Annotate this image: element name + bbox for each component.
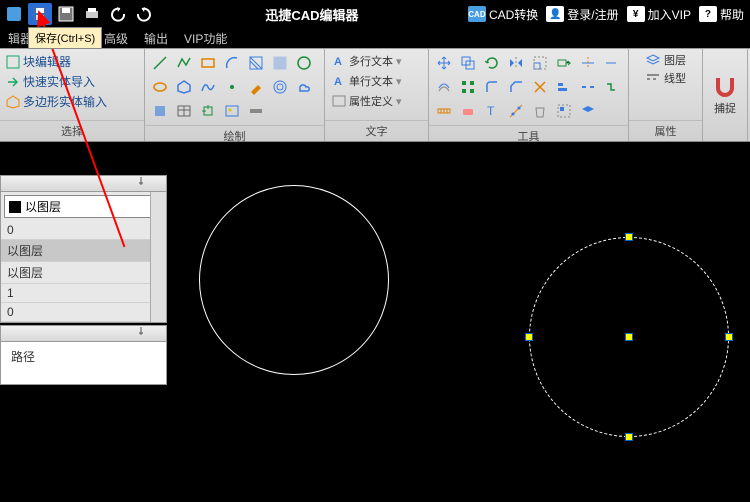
group-icon[interactable] [553,100,575,122]
scale-icon[interactable] [529,52,551,74]
hatch-icon[interactable] [245,52,267,74]
path-label: 路径 [1,342,166,371]
align-icon[interactable] [553,76,575,98]
print-icon[interactable] [80,3,104,25]
explode-icon[interactable] [529,76,551,98]
mirror-icon[interactable] [505,52,527,74]
text-group-label: 文字 [325,120,428,141]
edit-text-icon[interactable]: T [481,100,503,122]
chamfer-icon[interactable] [505,76,527,98]
copy-icon[interactable] [457,52,479,74]
quick-import-button[interactable]: 快速实体导入 [4,72,109,91]
extend-icon[interactable] [601,52,623,74]
polyline-icon[interactable] [173,52,195,74]
grip-right[interactable] [725,333,733,341]
props-group-label: 属性 [629,120,702,141]
offset-icon[interactable] [433,76,455,98]
multiline-text-button[interactable]: A多行文本▾ [331,52,403,70]
ellipse-icon[interactable] [149,76,171,98]
circle-icon[interactable] [293,52,315,74]
undo-icon[interactable] [106,3,130,25]
more-draw-icon[interactable] [245,100,267,122]
cloud-icon[interactable] [293,76,315,98]
trim-icon[interactable] [577,52,599,74]
erase-icon[interactable] [457,100,479,122]
pin-icon[interactable] [136,326,146,336]
grip-bottom[interactable] [625,433,633,441]
spline-icon[interactable] [197,76,219,98]
join-icon[interactable] [601,76,623,98]
redo-icon[interactable] [132,3,156,25]
save-tooltip: 保存(Ctrl+S) [28,27,102,49]
svg-text:A: A [334,56,342,68]
insert-icon[interactable] [197,100,219,122]
linetype-button[interactable]: 线型 [645,70,686,86]
layer-combo[interactable]: 以图层 ⌄ [4,195,163,218]
singleline-text-button[interactable]: A单行文本▾ [331,72,403,90]
select-group-label: 选择 [0,120,144,141]
rect-icon[interactable] [197,52,219,74]
login-button[interactable]: 👤登录/注册 [546,6,618,23]
prop-row[interactable]: 以图层 [1,262,166,284]
prop-row[interactable]: 1 [1,284,166,303]
menu-vip[interactable]: VIP功能 [176,30,235,47]
layer-tool-icon[interactable] [577,100,599,122]
divide-icon[interactable] [505,100,527,122]
help-button[interactable]: ?帮助 [699,6,744,23]
color-swatch [9,201,21,213]
block-editor-button[interactable]: 块编辑器 [4,52,109,71]
line-icon[interactable] [149,52,171,74]
polygon-icon[interactable] [173,76,195,98]
table-icon[interactable] [173,100,195,122]
polygon-input-button[interactable]: 多边形实体输入 [4,92,109,111]
saveas-icon[interactable] [54,3,78,25]
properties-panel: 以图层 ⌄ 0 以图层 以图层 1 0 [0,175,167,323]
circle-entity[interactable] [199,185,389,375]
arc-icon[interactable] [221,52,243,74]
array-icon[interactable] [457,76,479,98]
move-icon[interactable] [433,52,455,74]
point-icon[interactable] [221,76,243,98]
grip-left[interactable] [525,333,533,341]
svg-text:T: T [487,104,495,118]
ring-icon[interactable] [269,76,291,98]
fillet-icon[interactable] [481,76,503,98]
region-icon[interactable] [269,52,291,74]
block-icon[interactable] [149,100,171,122]
grip-center[interactable] [625,333,633,341]
menu-output[interactable]: 输出 [136,30,176,47]
grip-top[interactable] [625,233,633,241]
save-icon[interactable] [28,3,52,25]
measure-icon[interactable] [433,100,455,122]
rotate-icon[interactable] [481,52,503,74]
color-picker-icon[interactable] [245,76,267,98]
path-panel: 路径 [0,325,167,385]
svg-text:A: A [334,76,342,88]
purge-icon[interactable] [529,100,551,122]
prop-row[interactable]: 0 [1,303,166,322]
snap-button[interactable]: 捕捉 [708,72,742,118]
prop-row[interactable]: 0 [1,221,166,240]
app-title: 迅捷CAD编辑器 [156,5,468,24]
drawing-canvas[interactable] [167,142,750,502]
vip-button[interactable]: ¥加入VIP [627,6,691,23]
stretch-icon[interactable] [553,52,575,74]
scrollbar[interactable] [150,192,166,322]
attr-def-button[interactable]: 属性定义▾ [331,92,403,110]
pin-icon[interactable] [136,176,146,186]
image-icon[interactable] [221,100,243,122]
break-icon[interactable] [577,76,599,98]
cad-convert-button[interactable]: CADCAD转换 [468,6,538,23]
prop-row[interactable]: 以图层 [1,240,166,262]
app-icon[interactable] [2,3,26,25]
layer-button[interactable]: 图层 [645,52,686,68]
